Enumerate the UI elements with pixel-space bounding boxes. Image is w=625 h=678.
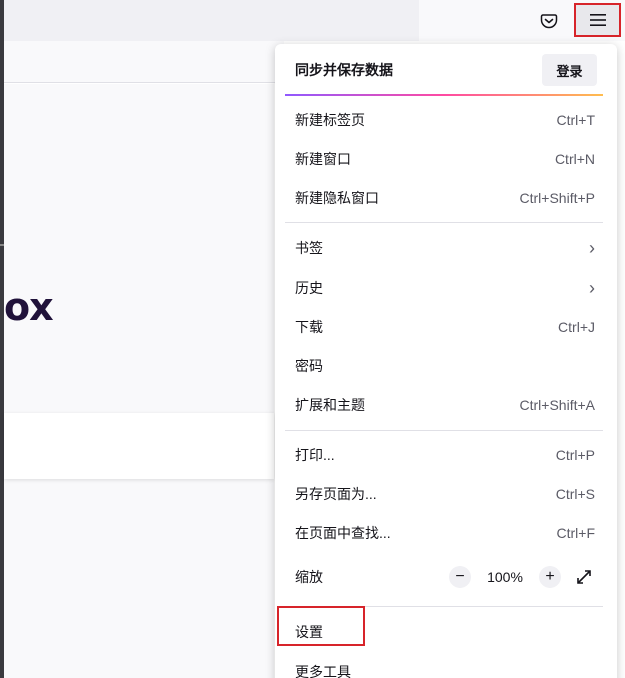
menu-item-shortcut: Ctrl+J	[558, 319, 595, 335]
menu-item-label: 扩展和主题	[295, 397, 365, 413]
hamburger-menu-icon	[589, 14, 606, 26]
fullscreen-icon	[577, 570, 591, 584]
menu-item-shortcut: Ctrl+T	[556, 112, 596, 128]
menu-item-downloads[interactable]: 下载 Ctrl+J	[285, 309, 605, 345]
menu-item-print[interactable]: 打印... Ctrl+P	[285, 437, 605, 473]
sync-divider	[285, 94, 603, 96]
menu-item-history[interactable]: 历史 ›	[285, 270, 605, 306]
menu-item-shortcut: Ctrl+P	[555, 447, 595, 463]
menu-item-addons-themes[interactable]: 扩展和主题 Ctrl+Shift+A	[285, 387, 605, 423]
menu-item-label: 新建标签页	[295, 112, 365, 128]
menu-item-new-window[interactable]: 新建窗口 Ctrl+N	[285, 141, 605, 177]
pocket-button[interactable]	[536, 8, 562, 34]
menu-item-label: 历史	[295, 280, 323, 296]
sync-title: 同步并保存数据	[295, 62, 393, 78]
settings-highlight-box	[277, 606, 365, 646]
menu-item-shortcut: Ctrl+F	[556, 525, 596, 541]
fullscreen-button[interactable]	[573, 566, 595, 588]
zoom-reset-button[interactable]: 100%	[483, 569, 527, 585]
zoom-out-button[interactable]: −	[449, 566, 471, 588]
menu-item-shortcut: Ctrl+S	[555, 486, 595, 502]
menu-item-label: 新建隐私窗口	[295, 190, 379, 206]
pocket-icon	[540, 14, 558, 29]
app-menu-panel: 同步并保存数据 登录 新建标签页 Ctrl+T 新建窗口 Ctrl+N 新建隐私…	[275, 44, 617, 678]
menu-separator	[285, 222, 603, 223]
zoom-in-button[interactable]: +	[539, 566, 561, 588]
bookmarks-toolbar	[4, 41, 284, 83]
menu-item-label: 书签	[295, 240, 323, 256]
chevron-right-icon: ›	[589, 237, 595, 258]
menu-item-label: 另存页面为...	[295, 486, 377, 502]
open-menu-button[interactable]	[574, 3, 621, 37]
login-button[interactable]: 登录	[542, 54, 597, 86]
menu-item-bookmarks[interactable]: 书签 ›	[285, 230, 605, 266]
brand-wordmark: ox	[4, 285, 54, 329]
menu-item-new-tab[interactable]: 新建标签页 Ctrl+T	[285, 102, 605, 138]
menu-separator	[285, 430, 603, 431]
menu-item-label: 更多工具	[295, 664, 351, 678]
menu-item-label: 密码	[295, 358, 323, 374]
menu-item-label: 下载	[295, 319, 323, 335]
menu-item-shortcut: Ctrl+N	[554, 151, 595, 167]
page-content	[4, 84, 274, 678]
page-search-box[interactable]	[4, 413, 274, 479]
menu-item-shortcut: Ctrl+Shift+P	[519, 190, 595, 206]
menu-item-zoom: 缩放 − 100% +	[285, 559, 605, 595]
menu-item-save-page[interactable]: 另存页面为... Ctrl+S	[285, 476, 605, 512]
menu-item-label: 打印...	[295, 447, 335, 463]
menu-item-more-tools[interactable]: 更多工具	[285, 654, 605, 678]
menu-item-label: 在页面中查找...	[295, 525, 391, 541]
menu-item-label: 缩放	[295, 569, 323, 585]
zoom-controls: − 100% +	[449, 566, 595, 588]
menu-item-shortcut: Ctrl+Shift+A	[519, 397, 595, 413]
chevron-right-icon: ›	[589, 277, 595, 298]
url-bar[interactable]	[4, 0, 419, 41]
menu-item-new-private-window[interactable]: 新建隐私窗口 Ctrl+Shift+P	[285, 180, 605, 216]
menu-item-passwords[interactable]: 密码	[285, 348, 605, 384]
menu-item-label: 新建窗口	[295, 151, 351, 167]
sync-row: 同步并保存数据 登录	[275, 44, 617, 96]
menu-item-find-in-page[interactable]: 在页面中查找... Ctrl+F	[285, 515, 605, 551]
